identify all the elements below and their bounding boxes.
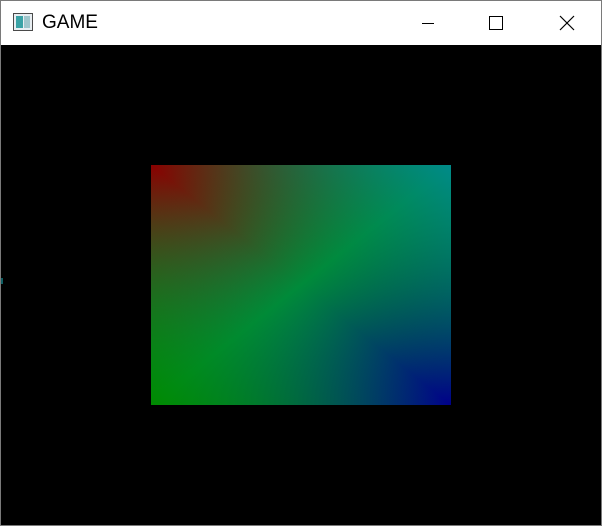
app-icon-pane-left xyxy=(16,16,23,28)
close-icon xyxy=(559,15,575,31)
title-bar[interactable]: GAME xyxy=(1,1,601,45)
render-area[interactable] xyxy=(1,45,601,525)
app-icon-pane-right xyxy=(24,16,30,28)
app-window-icon[interactable] xyxy=(13,13,33,31)
maximize-button[interactable] xyxy=(473,1,519,45)
minimize-icon xyxy=(422,23,434,24)
edge-artifact xyxy=(1,278,3,284)
window-title: GAME xyxy=(42,12,98,33)
quad-cross-diagonal xyxy=(151,165,451,405)
gradient-quad-graphic xyxy=(151,165,451,405)
maximize-icon xyxy=(489,16,503,30)
gradient-quad xyxy=(151,165,451,405)
game-window: GAME xyxy=(0,0,602,526)
minimize-button[interactable] xyxy=(405,1,451,45)
close-button[interactable] xyxy=(543,1,589,45)
